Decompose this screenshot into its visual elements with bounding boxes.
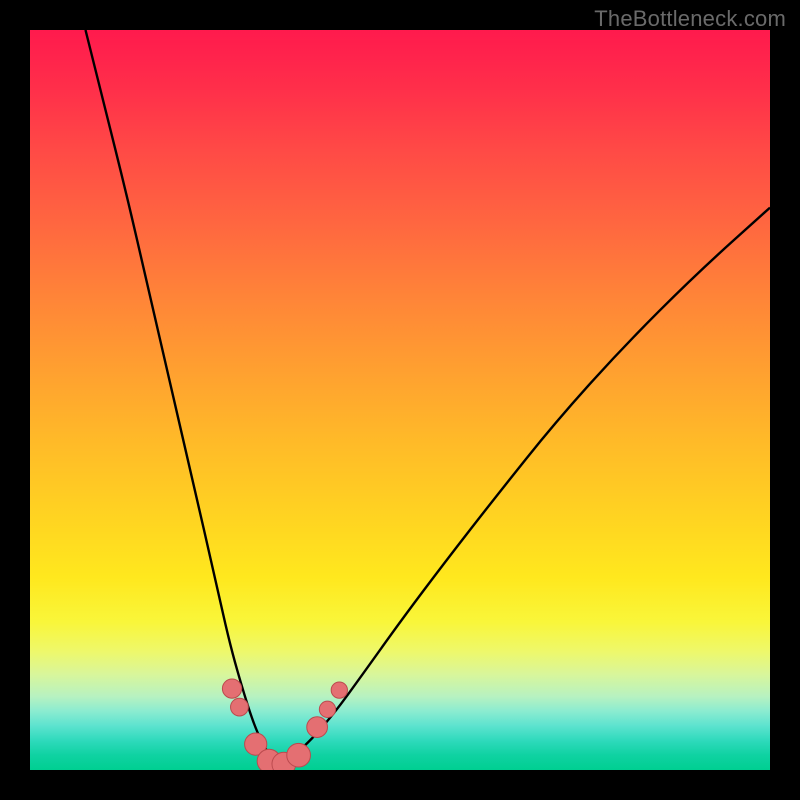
highlight-dots — [222, 679, 347, 770]
highlight-dot — [287, 743, 311, 767]
highlight-dot — [222, 679, 241, 698]
plot-frame — [30, 30, 770, 770]
highlight-dot — [307, 717, 328, 738]
bottleneck-curve-right — [278, 208, 770, 767]
highlight-dot — [231, 698, 249, 716]
watermark-text: TheBottleneck.com — [594, 6, 786, 32]
bottleneck-curve-left — [86, 30, 278, 766]
highlight-dot — [331, 682, 347, 698]
highlight-dot — [319, 701, 335, 717]
curve-layer — [30, 30, 770, 770]
